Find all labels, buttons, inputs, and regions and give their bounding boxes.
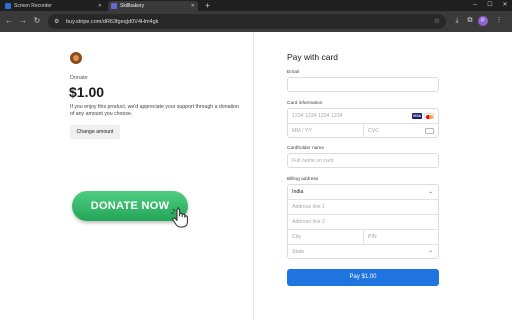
close-icon[interactable]: ✕ xyxy=(98,3,102,9)
state-placeholder: State xyxy=(292,249,305,255)
email-field[interactable] xyxy=(287,77,439,92)
maximize-icon[interactable]: ☐ xyxy=(483,0,497,11)
back-icon[interactable]: ← xyxy=(4,16,14,26)
billing-address-label: Billing address xyxy=(287,177,319,182)
card-number-input[interactable]: 1234 1234 1234 1234 VISA xyxy=(288,109,438,124)
change-amount-button[interactable]: Change amount xyxy=(70,125,120,139)
browser-toolbar: ← → ↻ ⚙ buy.stripe.com/dR63fgeq|d0V4Hm4g… xyxy=(0,11,512,32)
hand-cursor-icon xyxy=(171,207,188,228)
card-information-label: Card information xyxy=(287,101,323,106)
pin-input[interactable]: PIN xyxy=(364,230,438,245)
card-number-placeholder: 1234 1234 1234 1234 xyxy=(292,113,343,119)
extensions-icon[interactable]: ⧉ xyxy=(465,16,475,26)
merchant-logo-icon xyxy=(70,52,82,64)
cardholder-label: Cardholder name xyxy=(287,146,325,151)
profile-avatar[interactable]: P xyxy=(478,16,488,26)
visa-icon: VISA xyxy=(412,113,422,119)
address-bar[interactable]: ⚙ buy.stripe.com/dR63fgeq|d0V4Hm4gk ☆ xyxy=(48,14,446,29)
payment-title: Pay with card xyxy=(287,52,339,62)
menu-icon[interactable]: ⋮ xyxy=(494,16,504,26)
donation-amount: $1.00 xyxy=(69,84,105,100)
browser-tab-bar: Screen Recorder ✕ Skillbakery ✕ + ─ ☐ ✕ xyxy=(0,0,512,11)
email-label: Email xyxy=(287,70,299,75)
tab-label: Screen Recorder xyxy=(14,3,52,9)
city-placeholder: City xyxy=(292,234,301,240)
mastercard-icon xyxy=(424,113,434,119)
donation-panel: Donate $1.00 If you enjoy this product, … xyxy=(0,32,253,320)
payment-panel: Pay with card Email Card information 123… xyxy=(254,32,512,320)
cvc-card-icon xyxy=(425,128,434,134)
close-icon[interactable]: ✕ xyxy=(191,3,195,9)
close-window-icon[interactable]: ✕ xyxy=(498,0,512,11)
chevron-down-icon: ⌄ xyxy=(428,189,433,195)
pay-button[interactable]: Pay $1.00 xyxy=(287,269,439,286)
cvc-input[interactable]: CVC xyxy=(364,124,438,139)
pin-placeholder: PIN xyxy=(368,234,377,240)
card-information-group: 1234 1234 1234 1234 VISA MM / YY CVC xyxy=(287,108,439,138)
cardholder-placeholder: Full name on card xyxy=(292,158,334,164)
tab-screen-recorder[interactable]: Screen Recorder ✕ xyxy=(2,1,105,11)
chevron-down-icon: ⌄ xyxy=(428,248,433,254)
card-brand-logos: VISA xyxy=(412,113,434,119)
address-line-2-input[interactable]: Address line 2 xyxy=(288,215,438,230)
address-line-1-placeholder: Address line 1 xyxy=(292,204,325,210)
country-value: India xyxy=(292,189,304,195)
country-select[interactable]: India ⌄ xyxy=(288,185,438,200)
state-select[interactable]: State ⌄ xyxy=(288,245,438,259)
bookmark-star-icon[interactable]: ☆ xyxy=(434,17,440,25)
city-input[interactable]: City xyxy=(288,230,364,245)
expiry-input[interactable]: MM / YY xyxy=(288,124,364,139)
billing-address-group: India ⌄ Address line 1 Address line 2 Ci… xyxy=(287,184,439,259)
expiry-placeholder: MM / YY xyxy=(292,128,312,134)
cardholder-name-input[interactable]: Full name on card xyxy=(287,153,439,168)
address-line-1-input[interactable]: Address line 1 xyxy=(288,200,438,215)
cvc-placeholder: CVC xyxy=(368,128,379,134)
address-line-2-placeholder: Address line 2 xyxy=(292,219,325,225)
skillbakery-favicon-icon xyxy=(111,3,117,9)
url-text[interactable]: buy.stripe.com/dR63fgeq|d0V4Hm4gk xyxy=(66,19,158,25)
tab-skillbakery[interactable]: Skillbakery ✕ xyxy=(108,1,198,11)
screen-recorder-favicon-icon xyxy=(5,3,11,9)
new-tab-button[interactable]: + xyxy=(203,1,212,10)
site-info-icon[interactable]: ⚙ xyxy=(54,18,62,26)
tab-label: Skillbakery xyxy=(120,3,145,9)
donate-label: Donate xyxy=(70,75,88,81)
download-icon[interactable]: ⤓ xyxy=(452,16,462,26)
donation-description: If you enjoy this product, we'd apprecia… xyxy=(70,104,239,117)
forward-icon[interactable]: → xyxy=(18,16,28,26)
reload-icon[interactable]: ↻ xyxy=(32,16,42,26)
minimize-icon[interactable]: ─ xyxy=(468,0,482,11)
